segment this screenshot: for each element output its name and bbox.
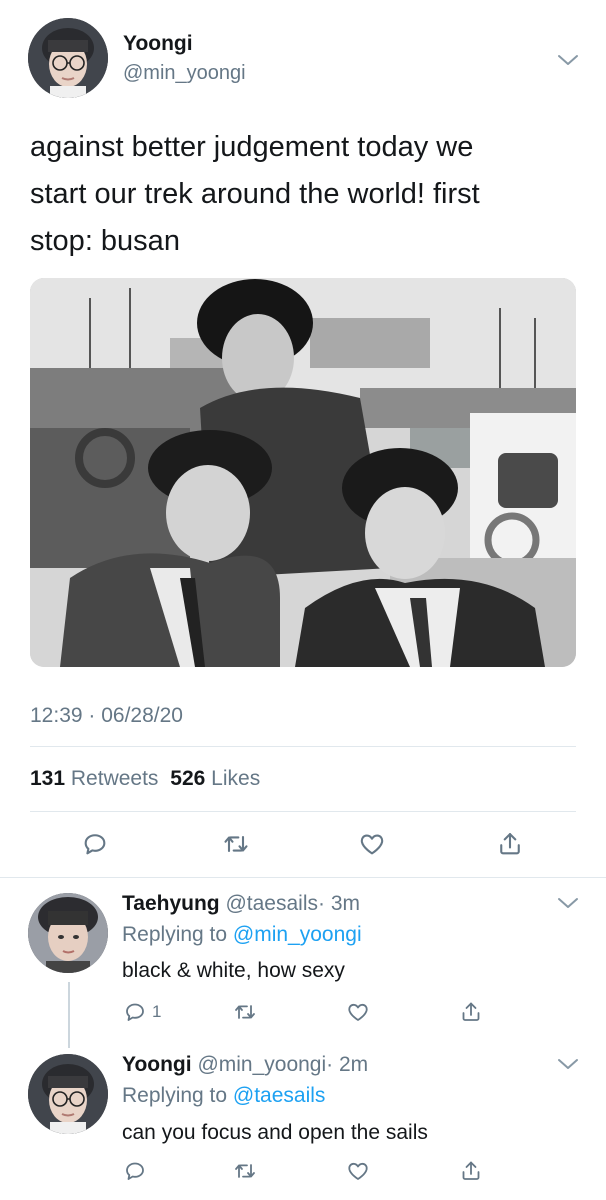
tweet-stats: 131 Retweets 526 Likes <box>30 766 260 792</box>
likes-count: 526 <box>170 767 206 790</box>
handle[interactable]: @min_yoongi <box>197 1053 326 1076</box>
comment-icon <box>126 1003 144 1021</box>
tweet-text-line: against better judgement today we <box>30 131 474 163</box>
reply-text: can you focus and open the sails <box>122 1121 428 1144</box>
tweet-text-line: stop: busan <box>30 225 180 257</box>
heart-icon <box>348 1162 368 1180</box>
heart-icon <box>360 834 384 855</box>
replying-to: Replying to @min_yoongi <box>122 922 362 948</box>
thread-connector <box>68 982 70 1048</box>
reply-header: Yoongi @min_yoongi· 2m <box>122 1052 368 1078</box>
share-button[interactable] <box>456 1156 486 1186</box>
like-button[interactable] <box>343 1156 373 1186</box>
divider <box>30 746 576 747</box>
replying-prefix: Replying to <box>122 1084 228 1107</box>
replying-to: Replying to @taesails <box>122 1083 325 1109</box>
divider <box>30 811 576 812</box>
retweet-button[interactable] <box>230 997 260 1027</box>
heart-icon <box>348 1003 368 1021</box>
share-icon <box>462 1002 480 1021</box>
mention-link[interactable]: @min_yoongi <box>233 923 362 946</box>
likes-stat[interactable]: 526 Likes <box>170 767 260 790</box>
retweet-button[interactable] <box>230 1156 260 1186</box>
retweet-icon <box>235 1005 255 1019</box>
tweet-timestamp[interactable]: 12:39 · 06/28/20 <box>30 703 183 729</box>
avatar[interactable] <box>28 893 108 973</box>
tweet-photo[interactable] <box>30 278 576 667</box>
avatar[interactable] <box>28 1054 108 1134</box>
chevron-down-icon[interactable] <box>557 1057 579 1071</box>
handle[interactable]: @min_yoongi <box>123 61 246 85</box>
share-icon <box>500 833 520 855</box>
divider <box>0 877 606 878</box>
avatar[interactable] <box>28 18 108 98</box>
reply-header: Taehyung @taesails· 3m <box>122 891 360 917</box>
display-name[interactable]: Yoongi <box>123 32 193 56</box>
retweets-label: Retweets <box>70 767 159 790</box>
share-icon <box>462 1161 480 1180</box>
tweet-text-line: start our trek around the world! first <box>30 178 480 210</box>
retweets-count: 131 <box>30 767 66 790</box>
likes-label: Likes <box>211 767 261 790</box>
retweets-stat[interactable]: 131 Retweets <box>30 767 164 790</box>
reply-button[interactable] <box>120 997 150 1027</box>
comment-icon <box>84 834 106 855</box>
reply-time[interactable]: · 2m <box>326 1053 368 1076</box>
like-button[interactable] <box>343 997 373 1027</box>
reply-button[interactable] <box>80 829 110 859</box>
display-name[interactable]: Yoongi <box>122 1053 192 1076</box>
reply-time[interactable]: · 3m <box>318 892 360 915</box>
retweet-icon <box>235 1164 255 1178</box>
reply-button[interactable] <box>120 1156 150 1186</box>
reply-text: black & white, how sexy <box>122 959 345 982</box>
tweet-text: against better judgement today we start … <box>30 124 590 265</box>
mention-link[interactable]: @taesails <box>233 1084 326 1107</box>
display-name[interactable]: Taehyung <box>122 892 220 915</box>
retweet-icon <box>224 835 248 853</box>
retweet-button[interactable] <box>221 829 251 859</box>
chevron-down-icon[interactable] <box>557 896 579 910</box>
share-button[interactable] <box>456 997 486 1027</box>
like-button[interactable] <box>357 829 387 859</box>
replying-prefix: Replying to <box>122 923 228 946</box>
handle[interactable]: @taesails <box>225 892 318 915</box>
comment-icon <box>126 1162 144 1180</box>
chevron-down-icon[interactable] <box>557 53 579 67</box>
share-button[interactable] <box>495 829 525 859</box>
reply-count: 1 <box>152 1002 162 1021</box>
